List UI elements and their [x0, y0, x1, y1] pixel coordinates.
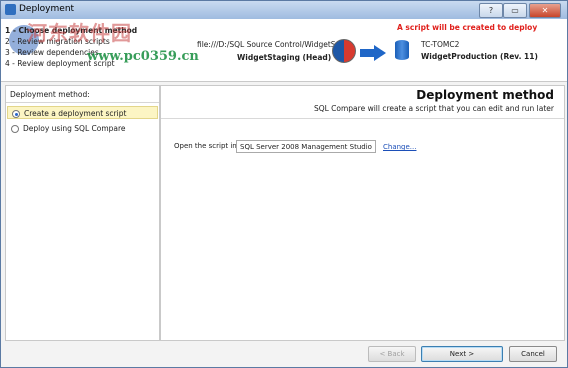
source-control-icon [332, 39, 356, 63]
divider [161, 118, 564, 119]
source-path: file:///D:/SQL Source Control/WidgetS... [197, 40, 343, 49]
radio-selected-icon[interactable] [12, 110, 20, 118]
database-icon [395, 40, 409, 60]
change-link[interactable]: Change... [383, 143, 416, 151]
target-database: WidgetProduction (Rev. 11) [421, 52, 538, 61]
open-script-field[interactable]: SQL Server 2008 Management Studio [236, 140, 376, 153]
app-icon [5, 4, 16, 15]
page-subtitle: SQL Compare will create a script that yo… [313, 104, 554, 113]
option-create-script-label: Create a deployment script [24, 109, 127, 118]
next-button[interactable]: Next > [421, 346, 503, 362]
watermark-text: 河东软件园 [27, 21, 132, 45]
back-button[interactable]: < Back [368, 346, 416, 362]
close-button[interactable]: ✕ [529, 3, 561, 18]
window-title: Deployment [19, 4, 75, 14]
option-create-script[interactable]: Create a deployment script [7, 106, 158, 119]
cancel-button[interactable]: Cancel [509, 346, 557, 362]
source-name: WidgetStaging (Head) [237, 53, 332, 62]
target-server: TC-TOMC2 [421, 40, 460, 49]
deploy-notice: A script will be created to deploy [397, 23, 538, 32]
option-deploy-sql-compare-label: Deploy using SQL Compare [23, 124, 126, 133]
page-title: Deployment method [416, 88, 554, 102]
method-heading: Deployment method: [6, 86, 159, 103]
option-deploy-sql-compare[interactable]: Deploy using SQL Compare [7, 122, 158, 135]
radio-unselected-icon[interactable] [11, 125, 19, 133]
help-button[interactable]: ? [479, 3, 503, 18]
deployment-window: Deployment ? ▭ ✕ 1 - Choose deployment m… [0, 0, 568, 368]
watermark-url: www.pc0359.cn [87, 49, 199, 64]
minimize-button[interactable]: ▭ [503, 3, 527, 18]
open-script-label: Open the script in: [174, 142, 240, 150]
header-banner: 1 - Choose deployment method 2 - Review … [1, 19, 567, 82]
method-panel: Deployment method: Create a deployment s… [5, 85, 160, 341]
details-panel: Deployment method SQL Compare will creat… [160, 85, 565, 341]
